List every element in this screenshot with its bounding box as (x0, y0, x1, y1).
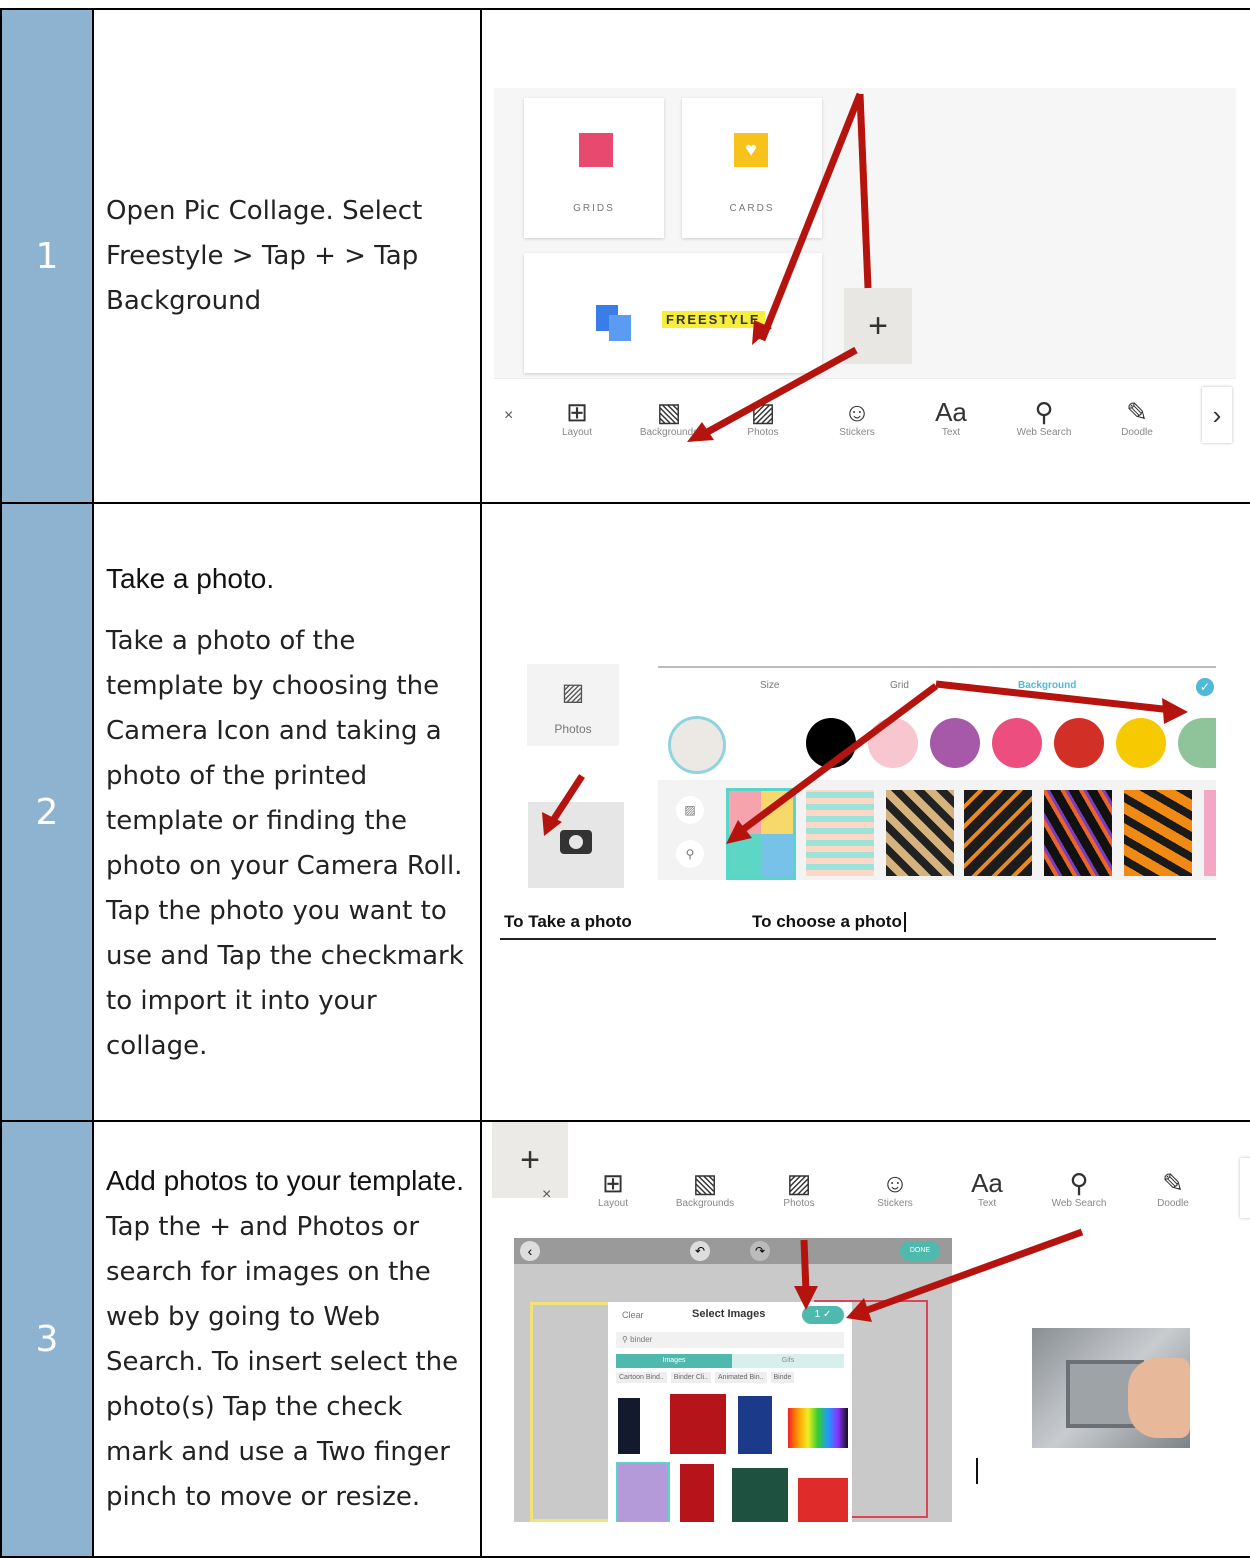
step-text-cell: Take a photo. Take a photo of the templa… (92, 502, 482, 1122)
annotation-arrows (794, 1228, 1084, 1322)
step-screenshot: ▨ Photos Size Grid Background ✓ ▨ ⚲ To T… (480, 502, 1250, 1122)
step-number: 3 (0, 1120, 94, 1558)
steps-table: 1 Open Pic Collage. Select Freestyle > T… (0, 8, 1250, 1558)
annotation-arrows (542, 680, 1188, 844)
arrow (758, 92, 864, 342)
annotation-arrows (687, 92, 872, 442)
step-screenshot: GRIDS ♥ CARDS FREESTYLE + × ⊞ Layout ▧ Bac… (480, 8, 1250, 504)
step-number: 2 (0, 502, 94, 1122)
step-text-cell: Add photos to your template. Tap the + a… (92, 1120, 482, 1558)
step-heading: Take a photo. (106, 562, 275, 594)
step-text: Open Pic Collage. Select Freestyle > Tap… (92, 8, 482, 504)
step-text: Tap the + and Photos or search for image… (106, 1212, 459, 1512)
step-number: 1 (0, 8, 94, 504)
step-screenshot: + × ⊞ Layout ▧ Backgrounds ▨ Photos ☺ Sticke… (480, 1120, 1250, 1558)
step-text: Take a photo of the template by choosing… (106, 625, 464, 1061)
step-heading: Add photos to your template. (106, 1165, 464, 1196)
